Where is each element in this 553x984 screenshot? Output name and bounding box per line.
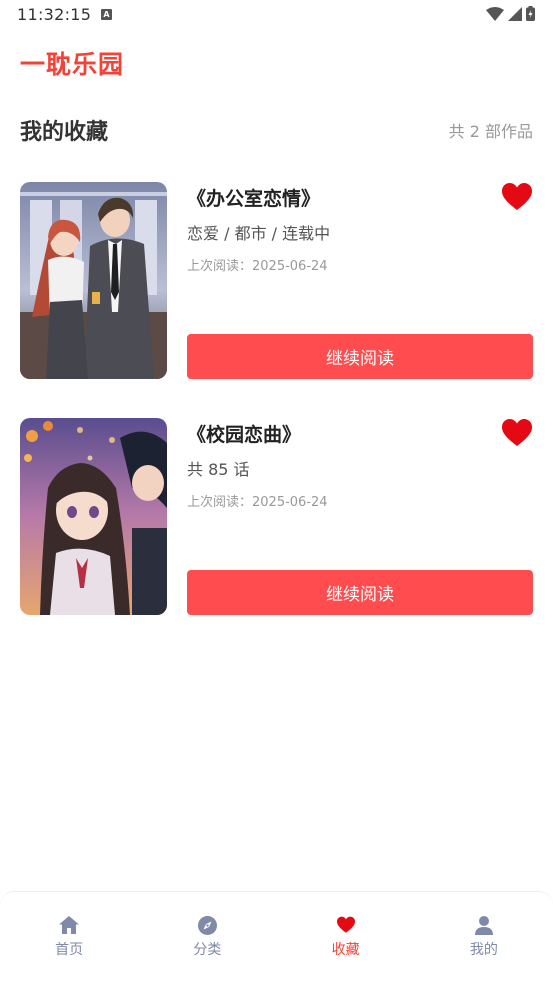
home-icon <box>58 914 80 936</box>
nav-label-profile: 我的 <box>469 942 498 958</box>
nav-item-category[interactable]: 分类 <box>138 892 276 984</box>
page-title: 我的收藏 <box>20 120 109 145</box>
cover-image[interactable] <box>20 182 167 379</box>
unfavorite-heart-icon[interactable] <box>501 418 533 448</box>
comic-meta: 共 85 话 <box>187 460 250 479</box>
battery-icon <box>526 6 535 21</box>
comic-meta: 恋爱 / 都市 / 连载中 <box>187 224 331 243</box>
continue-reading-button[interactable]: 继续阅读 <box>187 570 533 615</box>
nav-label-favorites: 收藏 <box>331 942 360 958</box>
signal-icon <box>508 6 522 21</box>
heart-icon <box>335 914 357 936</box>
nav-label-home: 首页 <box>55 942 84 958</box>
app-title: 一耽乐园 <box>20 50 125 79</box>
last-read: 上次阅读：2025-06-24 <box>187 495 328 510</box>
keyboard-badge-icon: A <box>101 9 112 20</box>
cover-image[interactable] <box>20 418 167 615</box>
comic-title[interactable]: 《办公室恋情》 <box>187 184 320 211</box>
nav-item-home[interactable]: 首页 <box>0 892 138 984</box>
bottom-nav: 首页 分类 收藏 我的 <box>0 891 553 984</box>
status-time: 11:32:15 <box>17 5 92 24</box>
status-bar: 11:32:15 A <box>0 0 553 30</box>
unfavorite-heart-icon[interactable] <box>501 182 533 212</box>
favorite-card[interactable]: 《办公室恋情》 恋爱 / 都市 / 连载中 上次阅读：2025-06-24 继续… <box>20 182 533 379</box>
compass-icon <box>196 914 218 936</box>
nav-label-category: 分类 <box>193 942 222 958</box>
comic-title[interactable]: 《校园恋曲》 <box>187 420 301 447</box>
last-read: 上次阅读：2025-06-24 <box>187 259 328 274</box>
user-icon <box>473 914 495 936</box>
favorite-card[interactable]: 《校园恋曲》 共 85 话 上次阅读：2025-06-24 继续阅读 <box>20 418 533 615</box>
wifi-icon <box>486 6 504 21</box>
continue-reading-button[interactable]: 继续阅读 <box>187 334 533 379</box>
favorites-count: 共 2 部作品 <box>448 122 533 141</box>
nav-item-favorites[interactable]: 收藏 <box>277 892 415 984</box>
status-icons <box>486 6 535 21</box>
nav-item-profile[interactable]: 我的 <box>415 892 553 984</box>
